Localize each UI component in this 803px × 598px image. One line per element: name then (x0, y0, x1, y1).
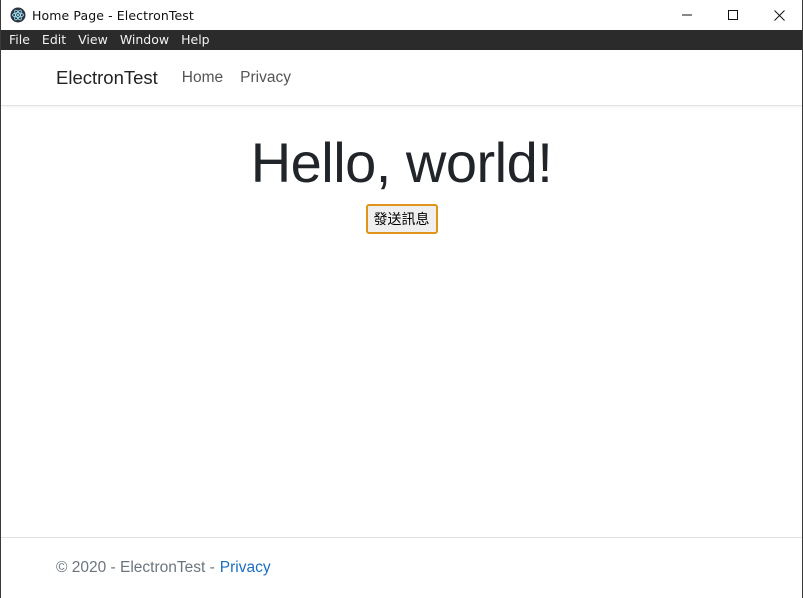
title-bar[interactable]: Home Page - ElectronTest (1, 0, 802, 30)
app-window: Home Page - ElectronTest File Edit View … (0, 0, 803, 598)
maximize-button[interactable] (710, 0, 756, 30)
footer-copyright: © 2020 - ElectronTest - (56, 559, 215, 576)
menu-window[interactable]: Window (114, 30, 175, 50)
menu-view[interactable]: View (72, 30, 114, 50)
minimize-icon (682, 14, 692, 16)
electron-icon (10, 7, 26, 23)
site-navbar: ElectronTest Home Privacy (1, 50, 802, 106)
footer-privacy-link[interactable]: Privacy (220, 559, 271, 577)
page-heading: Hello, world! (250, 131, 553, 194)
menu-edit[interactable]: Edit (36, 30, 72, 50)
window-controls (664, 0, 802, 30)
window-title: Home Page - ElectronTest (32, 7, 194, 23)
menu-help[interactable]: Help (175, 30, 216, 50)
close-button[interactable] (756, 0, 802, 30)
maximize-icon (728, 10, 738, 20)
page-footer: © 2020 - ElectronTest - Privacy (1, 537, 802, 598)
menu-file[interactable]: File (3, 30, 36, 50)
close-icon (773, 9, 785, 21)
minimize-button[interactable] (664, 0, 710, 30)
nav-link-privacy[interactable]: Privacy (240, 69, 291, 87)
send-message-button[interactable]: 發送訊息 (365, 204, 438, 234)
nav-link-home[interactable]: Home (182, 69, 223, 87)
menu-bar: File Edit View Window Help (1, 30, 802, 50)
navbar-brand[interactable]: ElectronTest (56, 67, 158, 89)
main-content: Hello, world! 發送訊息 (1, 106, 802, 234)
